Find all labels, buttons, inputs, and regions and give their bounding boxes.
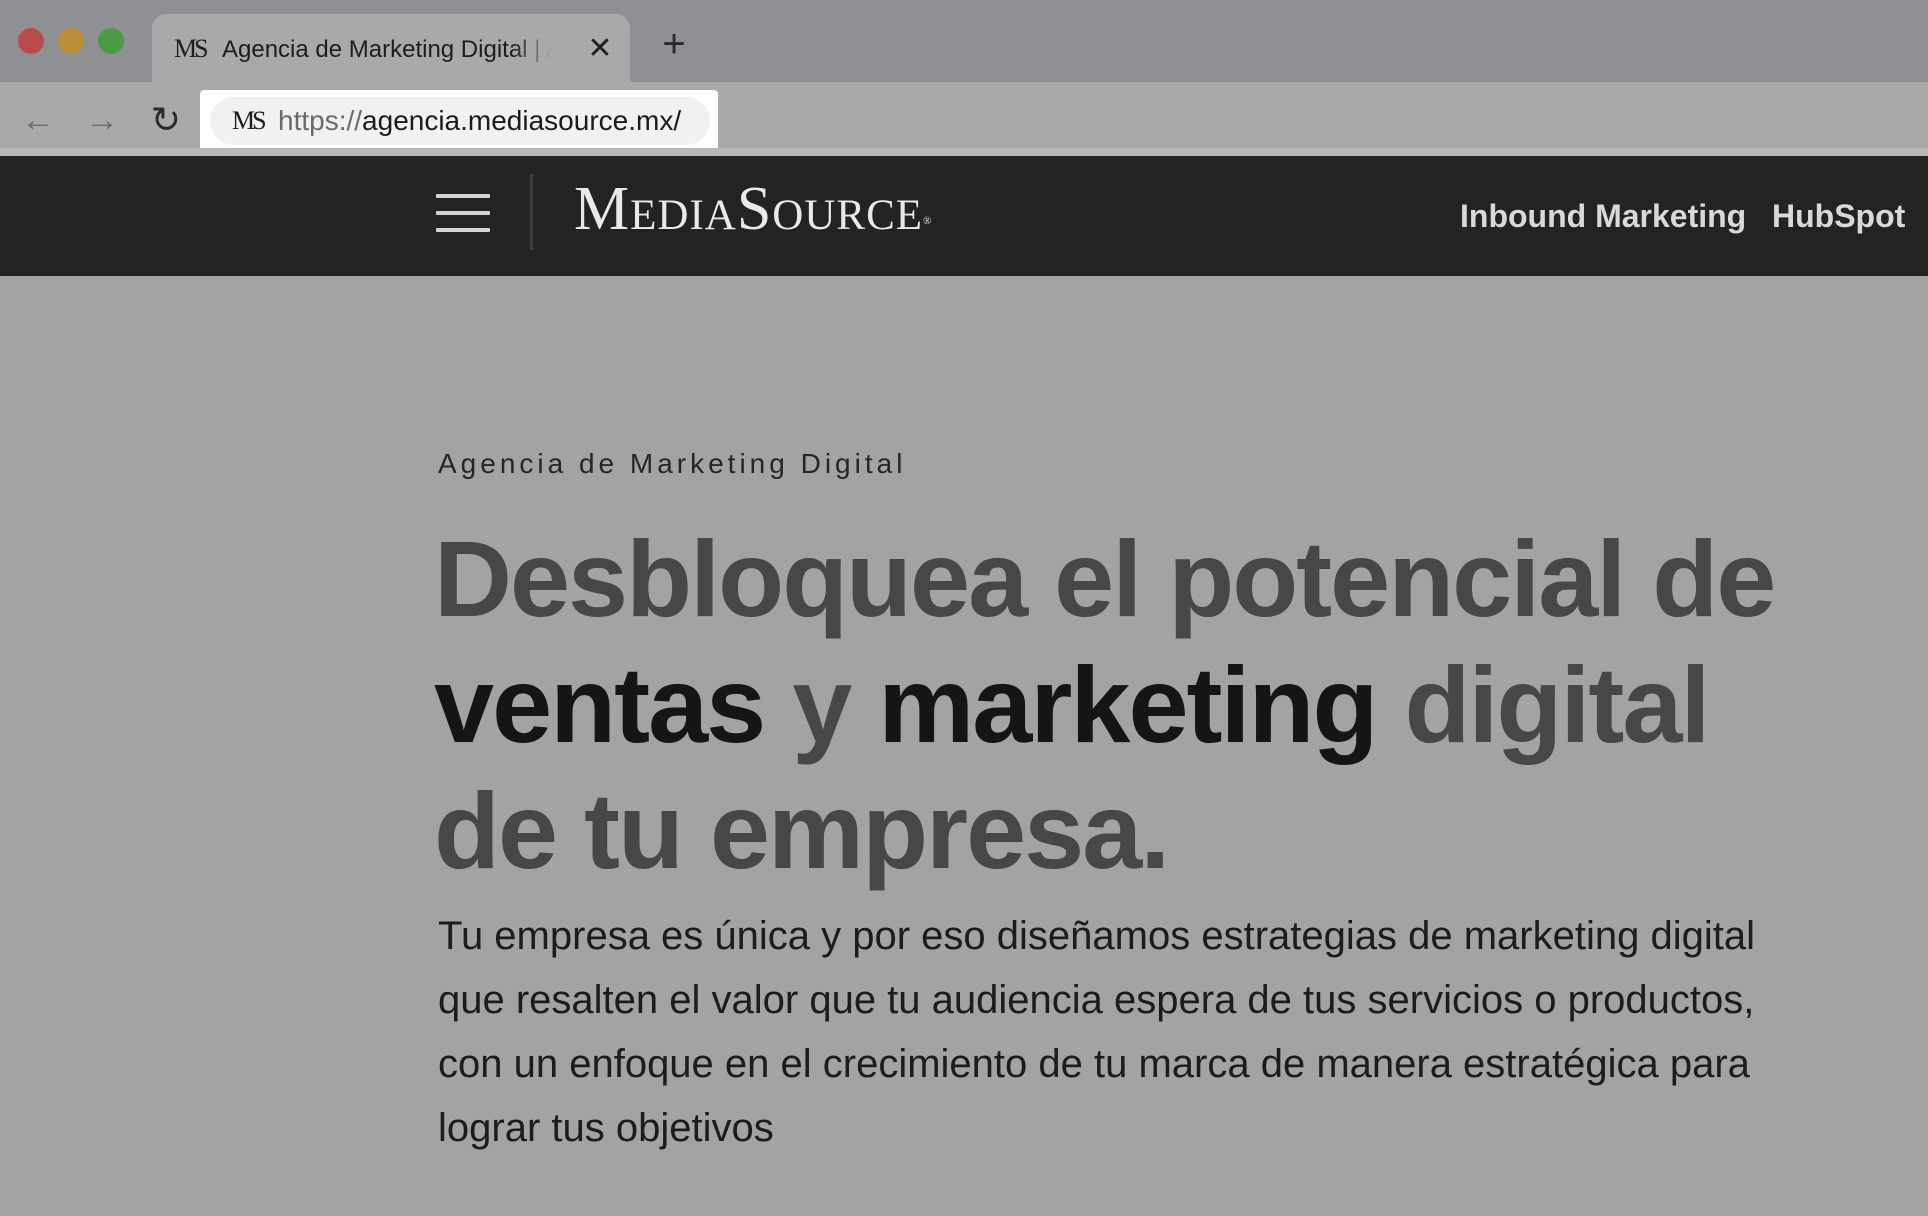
close-window-button[interactable] bbox=[18, 28, 44, 54]
site-header: MediaSource® Inbound Marketing HubSpot bbox=[0, 156, 1928, 276]
address-url[interactable]: https://agencia.mediasource.mx/ bbox=[278, 103, 681, 139]
maximize-window-button[interactable] bbox=[98, 28, 124, 54]
headline-highlight: ventas bbox=[434, 644, 766, 765]
site-logo[interactable]: MediaSource® bbox=[574, 174, 1054, 244]
site-favicon-icon: MS bbox=[232, 106, 267, 135]
nav-link-hubspot[interactable]: HubSpot bbox=[1772, 196, 1905, 236]
address-bar[interactable]: MS https://agencia.mediasource.mx/ bbox=[200, 90, 718, 152]
hero-headline: Desbloquea el potencial de ventas y mark… bbox=[434, 516, 1854, 894]
hero-section: Agencia de Marketing Digital Desbloquea … bbox=[434, 276, 1858, 1216]
tab-title: Agencia de Marketing Digital | Agencia M… bbox=[222, 36, 552, 63]
header-divider bbox=[530, 174, 533, 250]
reload-icon[interactable]: ↻ bbox=[146, 100, 186, 140]
headline-highlight: marketing bbox=[878, 644, 1378, 765]
hero-eyebrow: Agencia de Marketing Digital bbox=[438, 448, 907, 479]
nav-link-inbound-marketing[interactable]: Inbound Marketing bbox=[1460, 196, 1746, 236]
browser-tab-bar: MS Agencia de Marketing Digital | Agenci… bbox=[0, 0, 1928, 84]
browser-tab[interactable]: MS Agencia de Marketing Digital | Agenci… bbox=[152, 14, 630, 84]
hamburger-menu-icon[interactable] bbox=[436, 194, 490, 234]
address-bar-field[interactable]: MS https://agencia.mediasource.mx/ bbox=[210, 97, 710, 145]
minimize-window-button[interactable] bbox=[58, 28, 84, 54]
registered-mark: ® bbox=[923, 215, 933, 227]
back-arrow-icon[interactable]: ← bbox=[18, 100, 58, 140]
new-tab-button[interactable]: + bbox=[656, 24, 692, 64]
close-tab-icon[interactable]: ✕ bbox=[584, 31, 616, 67]
toolbar-divider bbox=[0, 148, 1928, 156]
logo-text: MediaSource bbox=[574, 175, 924, 243]
headline-part: Desbloquea el potencial de bbox=[434, 518, 1776, 639]
url-scheme: https:// bbox=[278, 105, 363, 136]
site-favicon-icon: MS bbox=[174, 34, 209, 63]
browser-toolbar: ← → ↻ MS https://agencia.mediasource.mx/ bbox=[0, 82, 1928, 156]
url-host: agencia.mediasource.mx/ bbox=[362, 105, 682, 136]
forward-arrow-icon[interactable]: → bbox=[82, 100, 122, 140]
headline-part: y bbox=[764, 644, 879, 765]
hero-description: Tu empresa es única y por eso diseñamos … bbox=[438, 914, 1755, 1150]
